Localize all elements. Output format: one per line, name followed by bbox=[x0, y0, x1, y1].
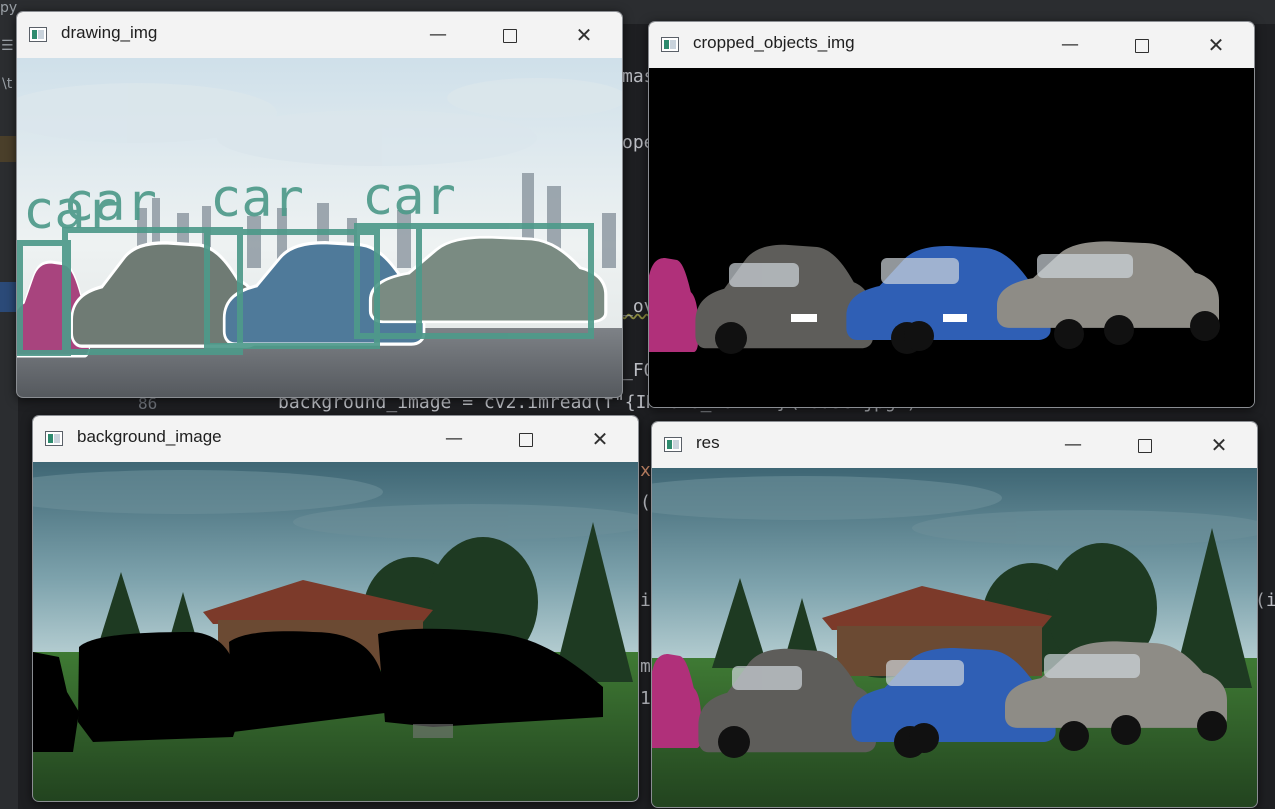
window-titlebar[interactable]: cropped_objects_img — ✕ bbox=[649, 22, 1254, 68]
window-title: res bbox=[696, 433, 720, 452]
maximize-icon[interactable] bbox=[495, 20, 525, 50]
close-icon[interactable]: ✕ bbox=[569, 20, 599, 50]
detection-label: car bbox=[362, 167, 456, 227]
maximize-icon[interactable] bbox=[511, 424, 541, 454]
drawing-image: car car car car bbox=[17, 58, 622, 397]
close-icon[interactable]: ✕ bbox=[585, 424, 615, 454]
editor-code-fragment: 1 bbox=[640, 688, 651, 709]
window-titlebar[interactable]: drawing_img — ✕ bbox=[17, 12, 622, 58]
close-icon[interactable]: ✕ bbox=[1204, 430, 1234, 460]
minimize-icon[interactable]: — bbox=[1058, 430, 1088, 460]
drawing-image-canvas: car car car car bbox=[17, 58, 622, 397]
editor-code-fragment: (i bbox=[1255, 590, 1275, 611]
result-image bbox=[652, 468, 1257, 807]
maximize-icon[interactable] bbox=[1130, 430, 1160, 460]
editor-gutter bbox=[115, 395, 215, 415]
editor-code-fragment: i bbox=[640, 590, 651, 611]
cropped-objects-image bbox=[649, 68, 1254, 407]
window-titlebar[interactable]: background_image — ✕ bbox=[33, 416, 638, 462]
window-res[interactable]: res — ✕ bbox=[651, 421, 1258, 808]
window-titlebar[interactable]: res — ✕ bbox=[652, 422, 1257, 468]
minimize-icon[interactable]: — bbox=[439, 424, 469, 454]
app-icon bbox=[661, 37, 679, 52]
detection-label: car bbox=[63, 173, 157, 233]
detection-label: car bbox=[210, 169, 304, 229]
window-drawing-img[interactable]: drawing_img — ✕ car car car car bbox=[16, 11, 623, 398]
background-image bbox=[33, 462, 638, 801]
editor-code-fragment: m bbox=[640, 656, 651, 677]
window-title: background_image bbox=[77, 427, 222, 446]
app-icon bbox=[29, 27, 47, 42]
maximize-icon[interactable] bbox=[1127, 30, 1157, 60]
panel-toggle-icon[interactable]: ☰ bbox=[1, 38, 14, 54]
background-image-canvas bbox=[33, 462, 638, 801]
window-cropped-objects-img[interactable]: cropped_objects_img — ✕ bbox=[648, 21, 1255, 408]
ide-path-fragment: \t bbox=[2, 76, 13, 92]
result-image-canvas bbox=[652, 468, 1257, 807]
window-background-image[interactable]: background_image — ✕ bbox=[32, 415, 639, 802]
editor-code-fragment: ( bbox=[640, 492, 651, 513]
app-icon bbox=[45, 431, 63, 446]
window-title: drawing_img bbox=[61, 23, 158, 42]
minimize-icon[interactable]: — bbox=[1055, 30, 1085, 60]
window-title: cropped_objects_img bbox=[693, 33, 855, 52]
editor-code-fragment: x bbox=[640, 460, 651, 481]
app-icon bbox=[664, 437, 682, 452]
cropped-objects-canvas bbox=[649, 68, 1254, 407]
minimize-icon[interactable]: — bbox=[423, 20, 453, 50]
close-icon[interactable]: ✕ bbox=[1201, 30, 1231, 60]
ide-breadcrumb[interactable]: py bbox=[0, 0, 17, 16]
